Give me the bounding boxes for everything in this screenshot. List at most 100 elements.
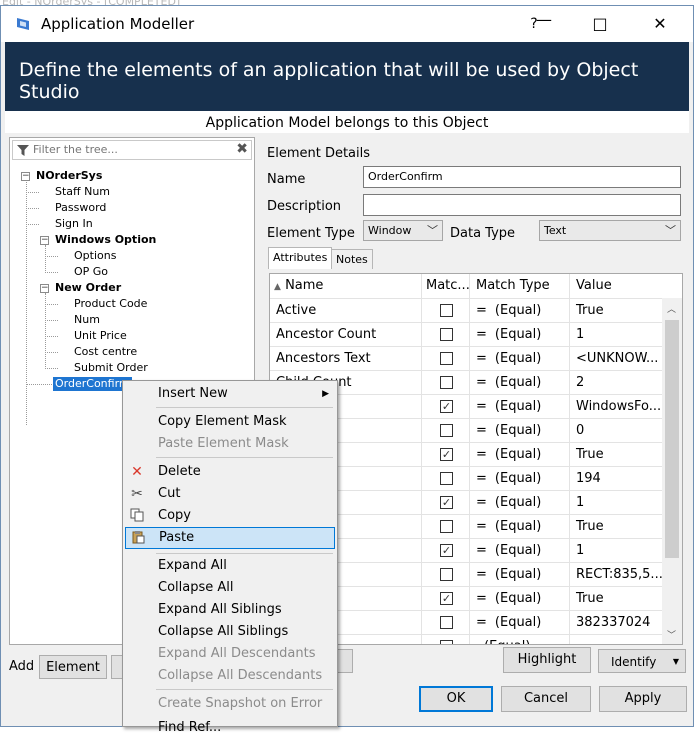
clear-filter-icon[interactable]: ✖: [236, 141, 248, 157]
menu-item-collapse-all-siblings[interactable]: Collapse All Siblings: [125, 621, 335, 643]
data-type-dropdown[interactable]: Text ﹀: [539, 220, 681, 241]
name-field[interactable]: OrderConfirm: [363, 166, 681, 188]
match-type-cell[interactable]: = (Equal): [470, 299, 570, 322]
collapse-icon[interactable]: −: [40, 236, 49, 245]
match-type-cell[interactable]: = (Equal): [470, 395, 570, 418]
match-cell[interactable]: ✓: [422, 491, 470, 514]
match-cell[interactable]: [422, 467, 470, 490]
vertical-scrollbar[interactable]: ︿ ﹀: [662, 298, 682, 644]
match-cell[interactable]: [422, 419, 470, 442]
filter-input[interactable]: [33, 143, 223, 156]
match-cell[interactable]: [422, 515, 470, 538]
tree-node[interactable]: OP Go: [74, 265, 108, 279]
apply-button[interactable]: Apply: [599, 686, 687, 712]
collapse-icon[interactable]: −: [21, 172, 30, 181]
menu-item-expand-all-siblings[interactable]: Expand All Siblings: [125, 599, 335, 621]
tab-attributes[interactable]: Attributes: [268, 247, 333, 269]
highlight-button[interactable]: Highlight: [503, 647, 591, 673]
match-type-cell[interactable]: = (Equal): [470, 323, 570, 346]
tab-notes[interactable]: Notes: [331, 249, 373, 269]
tree-node-selected[interactable]: OrderConfirm: [53, 377, 132, 391]
scroll-down-icon[interactable]: ﹀: [667, 628, 676, 641]
match-cell[interactable]: ✓: [422, 539, 470, 562]
match-cell[interactable]: [422, 563, 470, 586]
description-field[interactable]: [363, 194, 681, 216]
tree-node[interactable]: Staff Num: [55, 185, 110, 199]
menu-item-paste-element-mask[interactable]: Paste Element Mask: [125, 433, 335, 455]
menu-item-expand-all-descendants[interactable]: Expand All Descendants: [125, 643, 335, 665]
match-cell[interactable]: [422, 323, 470, 346]
collapse-icon[interactable]: −: [40, 284, 49, 293]
match-type-cell[interactable]: = (Equal): [470, 563, 570, 586]
menu-item-copy[interactable]: Copy: [125, 505, 335, 527]
tree-node[interactable]: Options: [74, 249, 116, 263]
match-type-cell[interactable]: = (Equal): [470, 491, 570, 514]
match-type-cell[interactable]: = (Equal): [470, 515, 570, 538]
maximize-button[interactable]: □: [577, 6, 623, 42]
ok-button[interactable]: OK: [419, 686, 493, 712]
add-element-button[interactable]: Element: [39, 655, 107, 679]
tree-node[interactable]: Sign In: [55, 217, 93, 231]
match-cell[interactable]: [422, 635, 470, 644]
tree-node[interactable]: Num: [74, 313, 100, 327]
tree-node[interactable]: Submit Order: [74, 361, 148, 375]
match-type-cell[interactable]: = (Equal): [470, 443, 570, 466]
match-cell[interactable]: [422, 371, 470, 394]
table-row[interactable]: Ancestor Count = (Equal) 1: [270, 322, 662, 346]
tree-node[interactable]: Unit Price: [74, 329, 127, 343]
partial-button[interactable]: [337, 649, 353, 673]
scroll-up-icon[interactable]: ︿: [667, 302, 676, 315]
column-header-match-type[interactable]: Match Type: [470, 274, 570, 298]
match-checkbox[interactable]: [440, 304, 453, 317]
cancel-button[interactable]: Cancel: [501, 686, 591, 712]
close-button[interactable]: ✕: [637, 6, 683, 42]
match-checkbox[interactable]: ✓: [440, 496, 453, 509]
minimize-button[interactable]: —: [521, 2, 567, 38]
match-cell[interactable]: ✓: [422, 587, 470, 610]
match-type-cell[interactable]: (Equal): [470, 635, 570, 644]
menu-item-cut[interactable]: ✂ Cut: [125, 483, 335, 505]
match-checkbox[interactable]: ✓: [440, 592, 453, 605]
tree-node-group[interactable]: Windows Option: [55, 233, 156, 247]
table-row[interactable]: Ancestors Text = (Equal) <UNKNOW...: [270, 346, 662, 370]
match-checkbox[interactable]: [440, 424, 453, 437]
match-cell[interactable]: [422, 611, 470, 634]
match-checkbox[interactable]: [440, 328, 453, 341]
match-checkbox[interactable]: [440, 568, 453, 581]
tree-node[interactable]: Product Code: [74, 297, 147, 311]
identify-button[interactable]: Identify ▼: [598, 649, 686, 673]
match-cell[interactable]: [422, 299, 470, 322]
menu-item-collapse-all-descendants[interactable]: Collapse All Descendants: [125, 665, 335, 687]
match-checkbox[interactable]: [440, 640, 453, 644]
match-type-cell[interactable]: = (Equal): [470, 419, 570, 442]
match-type-cell[interactable]: = (Equal): [470, 371, 570, 394]
column-header-value[interactable]: Value: [570, 274, 662, 298]
match-checkbox[interactable]: [440, 376, 453, 389]
tree-filter[interactable]: ✖: [12, 140, 252, 160]
menu-item-copy-element-mask[interactable]: Copy Element Mask: [125, 411, 335, 433]
match-checkbox[interactable]: [440, 472, 453, 485]
menu-item-create-snapshot[interactable]: Create Snapshot on Error: [125, 693, 335, 715]
match-checkbox[interactable]: [440, 616, 453, 629]
menu-item-collapse-all[interactable]: Collapse All: [125, 577, 335, 599]
match-checkbox[interactable]: [440, 520, 453, 533]
scroll-thumb[interactable]: [665, 320, 679, 558]
column-header-match[interactable]: Matc...: [422, 274, 470, 298]
element-type-dropdown[interactable]: Window ﹀: [363, 220, 443, 241]
match-type-cell[interactable]: = (Equal): [470, 347, 570, 370]
column-header-name[interactable]: ▲ Name: [270, 274, 422, 298]
match-checkbox[interactable]: ✓: [440, 400, 453, 413]
match-type-cell[interactable]: = (Equal): [470, 539, 570, 562]
match-checkbox[interactable]: ✓: [440, 544, 453, 557]
match-cell[interactable]: [422, 347, 470, 370]
match-cell[interactable]: ✓: [422, 395, 470, 418]
match-cell[interactable]: ✓: [422, 443, 470, 466]
tree-node-root[interactable]: NOrderSys: [36, 169, 102, 183]
tree-node[interactable]: Password: [55, 201, 106, 215]
match-type-cell[interactable]: = (Equal): [470, 587, 570, 610]
match-checkbox[interactable]: [440, 352, 453, 365]
match-type-cell[interactable]: = (Equal): [470, 611, 570, 634]
menu-item-insert-new[interactable]: Insert New ▶: [125, 383, 335, 405]
menu-item-expand-all[interactable]: Expand All: [125, 555, 335, 577]
match-type-cell[interactable]: = (Equal): [470, 467, 570, 490]
